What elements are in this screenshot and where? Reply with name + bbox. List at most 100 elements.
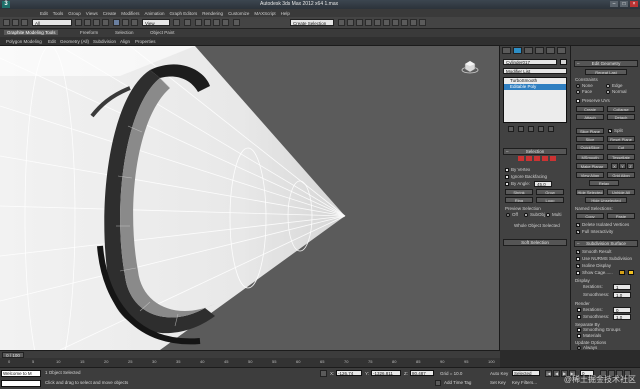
reference-coordinate-dropdown[interactable]: View	[142, 19, 170, 26]
reset-plane-button[interactable]: Reset Plane	[607, 136, 635, 142]
spinner-snap-icon[interactable]	[222, 19, 229, 26]
menu-item-animation[interactable]: Animation	[145, 11, 165, 16]
render-production-icon[interactable]	[419, 19, 426, 26]
previous-frame-icon[interactable]: ◀	[553, 370, 560, 377]
curve-editor-icon[interactable]	[374, 19, 381, 26]
quickslice-button[interactable]: QuickSlice	[576, 144, 604, 150]
grow-button[interactable]: Grow	[536, 189, 564, 195]
view-align-button[interactable]: View Align	[576, 172, 604, 178]
show-end-result-icon[interactable]	[518, 126, 524, 132]
border-level-icon[interactable]	[534, 156, 540, 161]
menu-item-create[interactable]: Create	[103, 11, 117, 16]
menu-item-views[interactable]: Views	[86, 11, 98, 16]
show-cage-checkbox[interactable]	[576, 271, 580, 275]
timeline-track[interactable]: 0 5 10 15 20 25 30 35 40 45 50 55 60 65 70 75 80 85 90 95 10…	[0, 358, 500, 367]
by-angle-input[interactable]: 45.0	[534, 181, 552, 187]
undo-icon[interactable]	[3, 19, 10, 26]
motion-tab-icon[interactable]	[535, 47, 544, 54]
detach-button[interactable]: Detach	[607, 114, 635, 120]
rect-region-icon[interactable]	[93, 19, 100, 26]
utilities-tab-icon[interactable]	[557, 47, 566, 54]
object-color-swatch[interactable]	[560, 59, 567, 65]
hide-unselected-button[interactable]: Hide Unselected	[585, 197, 627, 203]
delete-isolated-checkbox[interactable]	[576, 222, 580, 228]
constraint-edge-radio[interactable]	[606, 84, 610, 88]
maxscript-input-field[interactable]	[1, 380, 41, 387]
hierarchy-tab-icon[interactable]	[524, 47, 533, 54]
x-coordinate-field[interactable]: -126.74	[336, 370, 362, 376]
collapse-button[interactable]: Collapse	[607, 106, 635, 112]
app-logo-icon[interactable]: 3	[2, 1, 10, 8]
panel-subdivision[interactable]: Subdivision	[93, 39, 116, 44]
create-tab-icon[interactable]	[502, 47, 511, 54]
menu-item-group[interactable]: Group	[68, 11, 81, 16]
full-interactivity-checkbox[interactable]	[576, 229, 580, 235]
constraint-none-radio[interactable]	[576, 84, 580, 88]
create-button[interactable]: Create	[576, 106, 604, 112]
edge-level-icon[interactable]	[526, 156, 532, 161]
polygon-level-icon[interactable]	[542, 156, 548, 161]
redo-icon[interactable]	[12, 19, 19, 26]
grid-align-button[interactable]: Grid Align	[607, 172, 635, 178]
link-icon[interactable]	[21, 19, 28, 26]
use-nurms-checkbox[interactable]	[576, 257, 580, 261]
smooth-result-checkbox[interactable]	[576, 249, 580, 255]
loop-button[interactable]: Loop	[536, 197, 564, 203]
menu-item-rendering[interactable]: Rendering	[202, 11, 223, 16]
align-icon[interactable]	[347, 19, 354, 26]
y-coordinate-field[interactable]: -1326.811	[371, 370, 401, 376]
pivot-center-icon[interactable]	[173, 19, 180, 26]
render-smoothness-input[interactable]: 1.0	[613, 314, 631, 320]
viewcube-icon[interactable]	[461, 60, 479, 74]
constraint-normal-radio[interactable]	[606, 90, 610, 94]
by-angle-checkbox[interactable]	[505, 182, 509, 186]
by-vertex-checkbox[interactable]	[505, 168, 509, 172]
select-object-icon[interactable]	[75, 19, 82, 26]
render-smoothness-checkbox[interactable]	[577, 315, 581, 319]
set-key-button[interactable]: Set Key	[490, 380, 506, 385]
copy-button[interactable]: Copy	[576, 213, 604, 219]
ignore-backfacing-checkbox[interactable]	[505, 175, 509, 179]
menu-item-customize[interactable]: Customize	[228, 11, 249, 16]
materials-checkbox[interactable]	[577, 334, 581, 338]
close-icon[interactable]: ×	[630, 1, 638, 7]
panel-properties[interactable]: Properties	[135, 39, 156, 44]
display-tab-icon[interactable]	[546, 47, 555, 54]
update-always-radio[interactable]	[577, 346, 581, 350]
panel-edit[interactable]: Edit	[48, 39, 56, 44]
relax-button[interactable]: Relax	[589, 180, 619, 186]
named-selection-dropdown[interactable]: Create Selection Se	[290, 19, 334, 33]
render-iterations-checkbox[interactable]	[577, 308, 581, 312]
render-setup-icon[interactable]	[401, 19, 408, 26]
cut-button[interactable]: Cut	[607, 144, 635, 150]
remove-modifier-icon[interactable]	[538, 126, 544, 132]
soft-selection-rollout[interactable]: Soft Selection	[503, 239, 567, 246]
menu-item-edit[interactable]: Edit	[40, 11, 48, 16]
select-by-name-icon[interactable]	[84, 19, 91, 26]
split-checkbox[interactable]	[608, 128, 612, 134]
go-to-start-icon[interactable]: |◀	[545, 370, 552, 377]
menu-item-graph-editors[interactable]: Graph Editors	[170, 11, 198, 16]
z-coordinate-field[interactable]: 80.487	[410, 370, 434, 376]
slice-plane-button[interactable]: Slice Plane	[576, 128, 604, 134]
preserve-uvs-checkbox[interactable]	[576, 99, 580, 103]
perspective-viewport[interactable]	[0, 46, 500, 350]
menu-item-tools[interactable]: Tools	[53, 11, 64, 16]
panel-polygon-modeling[interactable]: Polygon Modeling	[6, 39, 42, 44]
planar-y-button[interactable]: Y	[619, 163, 626, 169]
layer-manager-icon[interactable]	[356, 19, 363, 26]
rotate-icon[interactable]	[122, 19, 129, 26]
scale-icon[interactable]	[131, 19, 138, 26]
planar-x-button[interactable]: X	[611, 163, 618, 169]
menu-item-modifiers[interactable]: Modifiers	[121, 11, 139, 16]
auto-key-button[interactable]: Auto Key	[490, 371, 508, 376]
make-unique-icon[interactable]	[528, 126, 534, 132]
preview-subobj-radio[interactable]	[524, 213, 528, 217]
edit-named-selection-icon[interactable]	[233, 19, 240, 26]
add-time-tag-label[interactable]: Add Time Tag	[444, 380, 471, 385]
make-planar-button[interactable]: Make Planar	[576, 163, 608, 169]
cage-color-swatch[interactable]	[619, 270, 625, 275]
preview-off-radio[interactable]	[506, 213, 510, 217]
slice-button[interactable]: Slice	[576, 136, 604, 142]
angle-snap-icon[interactable]	[204, 19, 211, 26]
